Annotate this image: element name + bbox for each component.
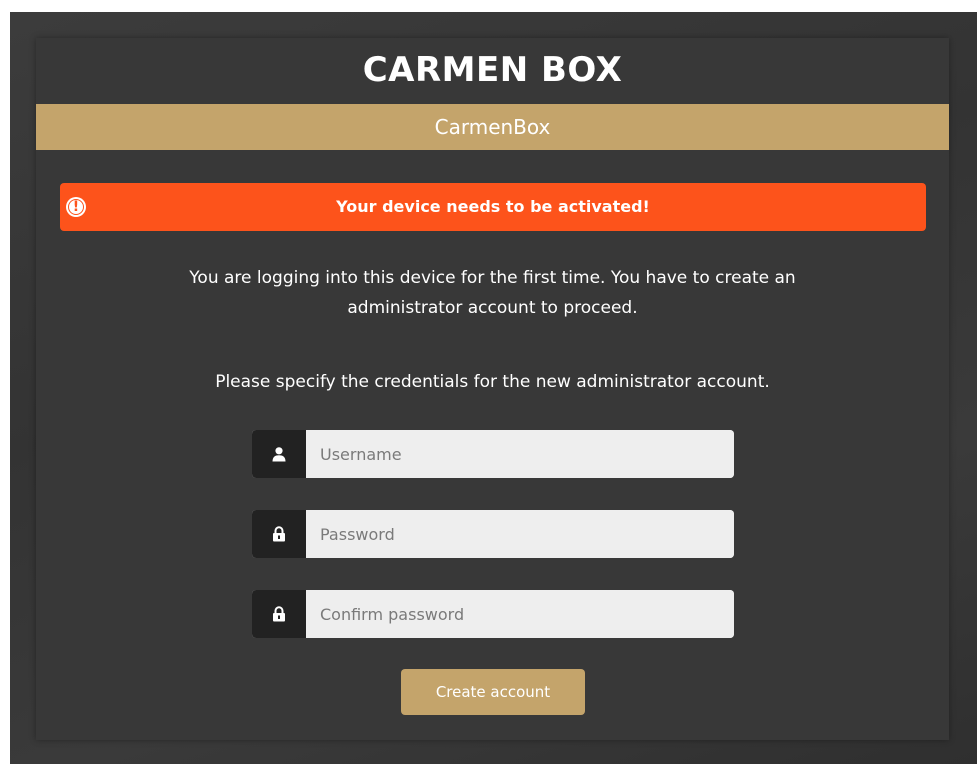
activation-alert: ! Your device needs to be activated! — [60, 183, 926, 231]
lock-icon — [273, 606, 285, 622]
alert-message: Your device needs to be activated! — [336, 197, 650, 216]
confirm-password-field-group — [252, 590, 734, 638]
brand-title: CARMEN BOX — [362, 50, 623, 90]
confirm-password-input[interactable] — [306, 590, 734, 638]
instruction-text: Please specify the credentials for the n… — [215, 372, 770, 392]
create-account-button[interactable]: Create account — [401, 669, 585, 715]
username-field-group — [252, 430, 734, 478]
intro-text: You are logging into this device for the… — [96, 263, 889, 323]
username-addon — [252, 430, 306, 478]
username-input[interactable] — [306, 430, 734, 478]
activation-panel: CARMEN BOX CarmenBox ! Your device needs… — [36, 38, 949, 740]
device-name: CarmenBox — [434, 115, 551, 139]
lock-icon — [273, 526, 285, 542]
password-addon — [252, 510, 306, 558]
intro-line-2: administrator account to proceed. — [347, 298, 638, 318]
user-icon — [272, 447, 286, 462]
password-field-group — [252, 510, 734, 558]
intro-line-1: You are logging into this device for the… — [189, 268, 796, 288]
password-input[interactable] — [306, 510, 734, 558]
device-name-bar: CarmenBox — [36, 104, 949, 150]
confirm-password-addon — [252, 590, 306, 638]
